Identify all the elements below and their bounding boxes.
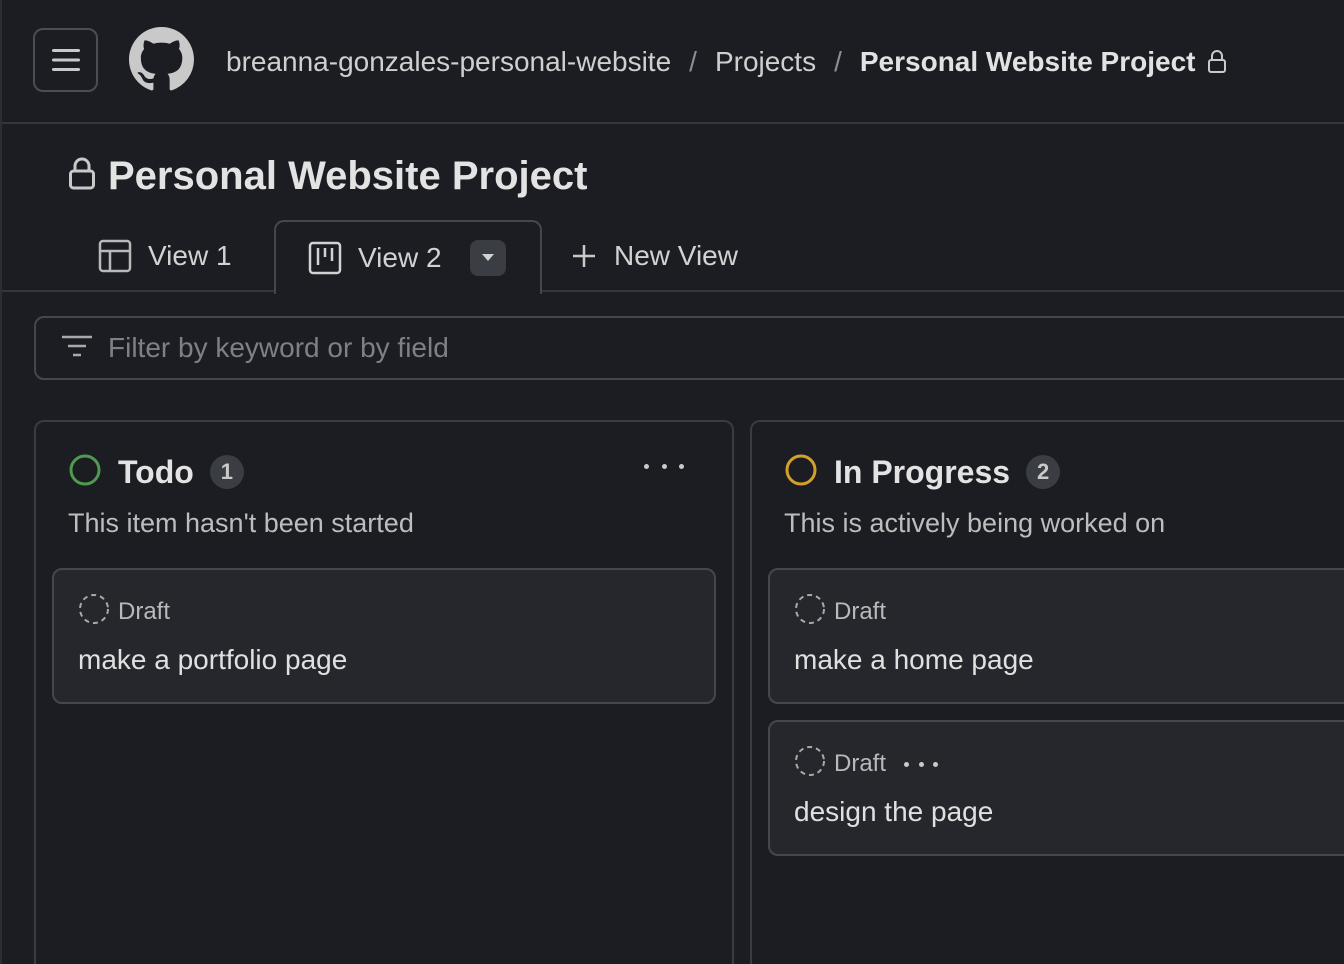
column-name: Todo: [118, 453, 194, 490]
column-count-badge: 1: [209, 455, 244, 489]
kebab-dot-icon: [661, 463, 667, 469]
breadcrumb: breanna-gonzales-personal-website / Proj…: [226, 40, 1227, 84]
column-name: In Progress: [834, 453, 1011, 490]
kebab-dot-icon: [644, 463, 649, 469]
card-type-label: Draft: [834, 598, 887, 625]
board-icon: [308, 241, 342, 275]
project-title-row: Personal Website Project: [68, 150, 587, 202]
card-title[interactable]: make a home page: [794, 644, 1034, 676]
plus-icon: [570, 242, 598, 270]
lock-icon: [1207, 50, 1227, 74]
new-view-button[interactable]: New View: [570, 220, 738, 292]
top-header: breanna-gonzales-personal-website / Proj…: [2, 0, 1344, 124]
view-options-dropdown-button[interactable]: [469, 240, 506, 276]
filter-bar[interactable]: [34, 316, 1344, 380]
breadcrumb-separator: /: [689, 46, 697, 77]
card-more-options-button[interactable]: [904, 761, 939, 767]
tab-view-1[interactable]: View 1: [98, 220, 232, 292]
card-title[interactable]: make a portfolio page: [78, 644, 347, 676]
kebab-dot-icon: [904, 761, 910, 767]
breadcrumb-owner-link[interactable]: breanna-gonzales-personal-website: [226, 46, 671, 78]
status-circle-icon: [784, 453, 818, 492]
lock-icon: [68, 157, 96, 196]
hamburger-menu-button[interactable]: [33, 28, 98, 92]
tab-label: New View: [614, 240, 738, 271]
tab-label: View 2: [358, 242, 442, 273]
card-meta: Draft: [78, 593, 171, 632]
card-title[interactable]: design the page: [794, 796, 993, 828]
breadcrumb-separator: /: [834, 46, 842, 77]
hamburger-icon: [51, 49, 80, 71]
column-header: In Progress 2: [784, 452, 1061, 492]
tab-label: View 1: [148, 240, 232, 271]
card-type-label: Draft: [118, 598, 171, 625]
kebab-dot-icon: [933, 761, 939, 767]
card-type-label: Draft: [834, 750, 887, 777]
draft-icon: [78, 593, 110, 632]
breadcrumb-projects-link[interactable]: Projects: [715, 46, 816, 78]
column-count-badge: 2: [1026, 455, 1061, 489]
board-card[interactable]: Draft make a portfolio page: [52, 568, 716, 704]
tab-view-2[interactable]: View 2: [274, 220, 542, 294]
filter-input[interactable]: [108, 332, 1008, 364]
github-logo-icon[interactable]: [129, 27, 194, 92]
page-title: Personal Website Project: [108, 153, 588, 198]
kebab-dot-icon: [918, 761, 924, 767]
status-circle-icon: [68, 453, 102, 492]
card-meta: Draft: [794, 593, 887, 632]
board-card[interactable]: Draft design the page: [768, 720, 1344, 856]
triangle-down-icon: [481, 254, 494, 261]
board-card[interactable]: Draft make a home page: [768, 568, 1344, 704]
view-tabs: View 1 View 2 New View: [2, 220, 1344, 294]
filter-icon: [60, 333, 94, 364]
project-board-app: breanna-gonzales-personal-website / Proj…: [0, 0, 1344, 964]
kebab-dot-icon: [679, 463, 684, 469]
board-column-in-progress: In Progress 2 This is actively being wor…: [750, 420, 1344, 964]
draft-icon: [794, 745, 826, 784]
draft-icon: [794, 593, 826, 632]
breadcrumb-current-project[interactable]: Personal Website Project: [860, 46, 1196, 78]
column-more-options-button[interactable]: [644, 456, 684, 476]
card-meta: Draft: [794, 745, 939, 784]
column-description: This item hasn't been started: [68, 508, 414, 538]
board-column-todo: Todo 1 This item hasn't been started Dra…: [34, 420, 734, 964]
table-icon: [98, 239, 132, 273]
column-description: This is actively being worked on: [784, 508, 1166, 538]
column-header: Todo 1: [68, 452, 244, 492]
